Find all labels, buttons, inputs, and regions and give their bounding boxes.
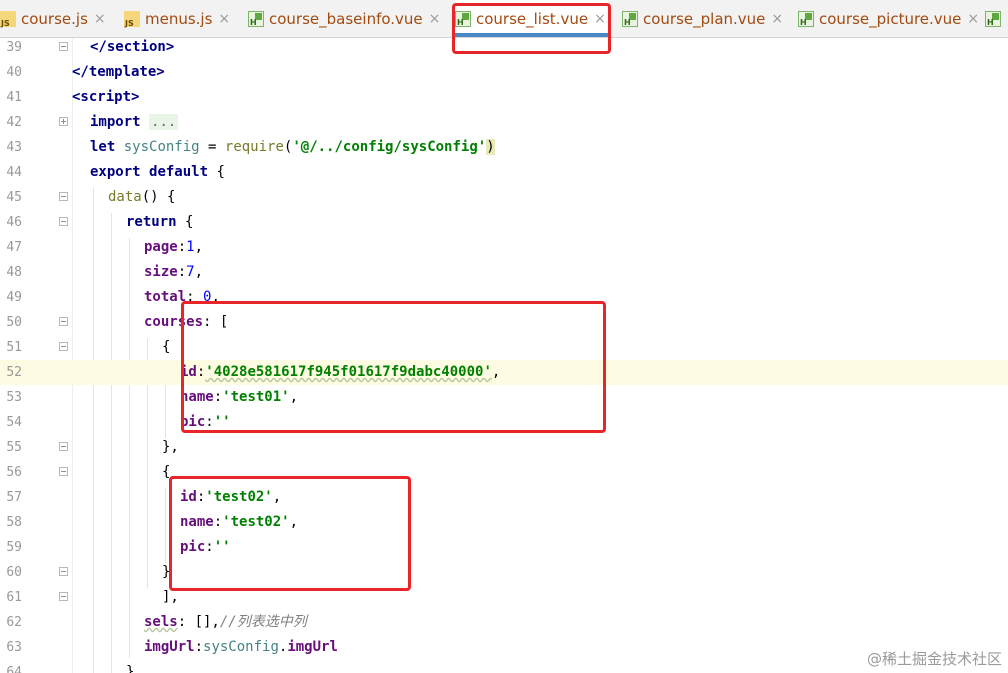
line-number: 43 bbox=[6, 140, 22, 155]
line-number: 48 bbox=[6, 265, 22, 280]
code-text: { bbox=[162, 339, 171, 355]
code-text: sels: [],//列表选中列 bbox=[144, 614, 307, 630]
folded-region[interactable]: ... bbox=[149, 114, 179, 130]
line-number: 41 bbox=[6, 90, 22, 105]
tab-course-plan-vue[interactable]: course_plan.vue × bbox=[622, 0, 783, 37]
close-icon[interactable]: × bbox=[771, 11, 783, 27]
tab-label: course_plan.vue bbox=[643, 9, 766, 28]
fold-icon[interactable] bbox=[59, 117, 68, 126]
code-text: return { bbox=[126, 214, 194, 230]
line-number: 47 bbox=[6, 240, 22, 255]
code-line: 42 import ... bbox=[0, 110, 1008, 135]
code-text: <script> bbox=[72, 89, 140, 105]
code-line: 55 }, bbox=[0, 435, 1008, 460]
fold-icon[interactable] bbox=[59, 217, 68, 226]
fold-icon[interactable] bbox=[59, 192, 68, 201]
js-file-icon bbox=[124, 10, 140, 28]
line-number: 54 bbox=[6, 415, 22, 430]
code-line: 45 data() { bbox=[0, 185, 1008, 210]
line-number: 56 bbox=[6, 465, 22, 480]
annotation-box-course-2 bbox=[169, 476, 411, 591]
code-text: page:1, bbox=[144, 239, 204, 255]
line-number: 60 bbox=[6, 565, 22, 580]
line-number: 50 bbox=[6, 315, 22, 330]
tab-label: course_picture.vue bbox=[819, 9, 962, 28]
code-text: import ... bbox=[90, 114, 179, 130]
code-line: 44 export default { bbox=[0, 160, 1008, 185]
code-text: imgUrl:sysConfig.imgUrl bbox=[144, 639, 338, 655]
code-text: export default { bbox=[90, 164, 225, 180]
line-number: 45 bbox=[6, 190, 22, 205]
line-number: 52 bbox=[6, 365, 22, 380]
line-number: 63 bbox=[6, 640, 22, 655]
code-line: 62 sels: [],//列表选中列 bbox=[0, 610, 1008, 635]
fold-icon[interactable] bbox=[59, 42, 68, 51]
vue-file-icon bbox=[248, 10, 264, 27]
line-number: 59 bbox=[6, 540, 22, 555]
line-number: 57 bbox=[6, 490, 22, 505]
tab-menus-js[interactable]: menus.js × bbox=[124, 0, 230, 37]
vue-file-icon bbox=[798, 10, 814, 27]
code-line: 43 let sysConfig = require('@/../config/… bbox=[0, 135, 1008, 160]
code-line: 46 return { bbox=[0, 210, 1008, 235]
line-number: 51 bbox=[6, 340, 22, 355]
fold-icon[interactable] bbox=[59, 442, 68, 451]
close-icon[interactable]: × bbox=[967, 11, 979, 27]
code-text: </template> bbox=[72, 64, 165, 80]
code-line: 39 </section> bbox=[0, 38, 1008, 60]
code-text: } bbox=[126, 664, 135, 673]
line-number: 53 bbox=[6, 390, 22, 405]
code-line: 40 </template> bbox=[0, 60, 1008, 85]
line-number: 58 bbox=[6, 515, 22, 530]
code-line: 61 ], bbox=[0, 585, 1008, 610]
line-number: 64 bbox=[6, 665, 22, 673]
line-number: 40 bbox=[6, 65, 22, 80]
js-file-icon bbox=[0, 10, 16, 28]
code-text: </section> bbox=[90, 39, 175, 55]
tab-course-js[interactable]: course.js × bbox=[0, 0, 106, 37]
vue-file-icon bbox=[985, 10, 1001, 27]
line-number: 55 bbox=[6, 440, 22, 455]
code-line: 59 pic:'' bbox=[0, 535, 1008, 560]
code-line: 60 } bbox=[0, 560, 1008, 585]
code-line: 57 id:'test02', bbox=[0, 485, 1008, 510]
code-text: data() { bbox=[108, 189, 176, 205]
tab-label: course_baseinfo.vue bbox=[269, 9, 423, 28]
code-line: 47 page:1, bbox=[0, 235, 1008, 260]
watermark: @稀土掘金技术社区 bbox=[866, 650, 1002, 668]
annotation-box-course-1 bbox=[181, 301, 606, 433]
code-line: 63 imgUrl:sysConfig.imgUrl bbox=[0, 635, 1008, 660]
line-number: 44 bbox=[6, 165, 22, 180]
close-icon[interactable]: × bbox=[218, 11, 230, 27]
vue-file-icon bbox=[622, 10, 638, 27]
fold-icon[interactable] bbox=[59, 467, 68, 476]
code-line: 48 size:7, bbox=[0, 260, 1008, 285]
fold-icon[interactable] bbox=[59, 592, 68, 601]
code-text: }, bbox=[162, 439, 179, 455]
code-line: 64 } bbox=[0, 660, 1008, 673]
code-text: let sysConfig = require('@/../config/sys… bbox=[90, 139, 495, 155]
line-number: 39 bbox=[6, 40, 22, 55]
tab-course-picture-vue[interactable]: course_picture.vue × bbox=[798, 0, 979, 37]
tab-label: course.js bbox=[21, 9, 88, 28]
fold-icon[interactable] bbox=[59, 567, 68, 576]
line-number: 49 bbox=[6, 290, 22, 305]
fold-icon[interactable] bbox=[59, 317, 68, 326]
code-line: 58 name:'test02', bbox=[0, 510, 1008, 535]
close-icon[interactable]: × bbox=[94, 11, 106, 27]
line-number: 46 bbox=[6, 215, 22, 230]
line-number: 42 bbox=[6, 115, 22, 130]
line-number: 61 bbox=[6, 590, 22, 605]
line-number: 62 bbox=[6, 615, 22, 630]
tab-label: menus.js bbox=[145, 9, 213, 28]
code-line: 56 { bbox=[0, 460, 1008, 485]
fold-icon[interactable] bbox=[59, 342, 68, 351]
code-text: size:7, bbox=[144, 264, 204, 280]
tab-overflow[interactable] bbox=[985, 0, 1006, 37]
close-icon[interactable]: × bbox=[429, 11, 441, 27]
tab-course-baseinfo-vue[interactable]: course_baseinfo.vue × bbox=[248, 0, 440, 37]
code-line: 41 <script> bbox=[0, 85, 1008, 110]
